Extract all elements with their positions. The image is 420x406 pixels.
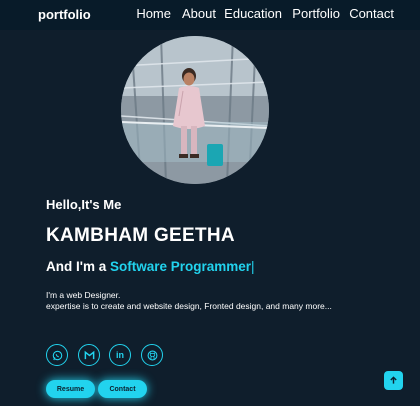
arrow-up-icon <box>390 376 397 384</box>
gmail-link[interactable] <box>78 344 100 366</box>
profile-photo <box>121 36 269 184</box>
resume-button[interactable]: Resume <box>46 380 95 398</box>
linkedin-link[interactable]: in <box>109 344 131 366</box>
gmail-icon <box>84 350 94 359</box>
nav-link-home[interactable]: Home <box>136 6 171 21</box>
typing-cursor: | <box>251 259 255 274</box>
hero-role-highlight: Software Programmer <box>109 259 252 274</box>
navbar: portfolio Home About Education Portfolio… <box>0 0 420 30</box>
nav-link-about[interactable]: About <box>182 6 216 21</box>
nav-link-education[interactable]: Education <box>224 6 282 21</box>
hero-role-prefix: And I'm a <box>46 259 110 274</box>
whatsapp-link[interactable] <box>46 344 68 366</box>
github-icon <box>147 350 157 360</box>
nav-link-portfolio[interactable]: Portfolio <box>292 6 340 21</box>
hero-greeting: Hello,It's Me <box>46 197 122 212</box>
hero-description-line2: expertise is to create and website desig… <box>46 301 332 311</box>
whatsapp-icon <box>52 350 62 360</box>
github-link[interactable] <box>141 344 163 366</box>
nav-link-contact[interactable]: Contact <box>349 6 394 21</box>
hero-description: I'm a web Designer. expertise is to crea… <box>46 290 332 312</box>
scroll-to-top-button[interactable] <box>384 371 403 390</box>
hero-description-line1: I'm a web Designer. <box>46 290 121 300</box>
profile-photo-illustration <box>121 36 269 184</box>
brand-logo[interactable]: portfolio <box>38 7 91 22</box>
contact-button[interactable]: Contact <box>98 380 147 398</box>
hero-name: KAMBHAM GEETHA <box>46 225 235 246</box>
linkedin-icon: in <box>116 350 124 360</box>
hero-role: And I'm a Software Programmer| <box>46 259 255 274</box>
